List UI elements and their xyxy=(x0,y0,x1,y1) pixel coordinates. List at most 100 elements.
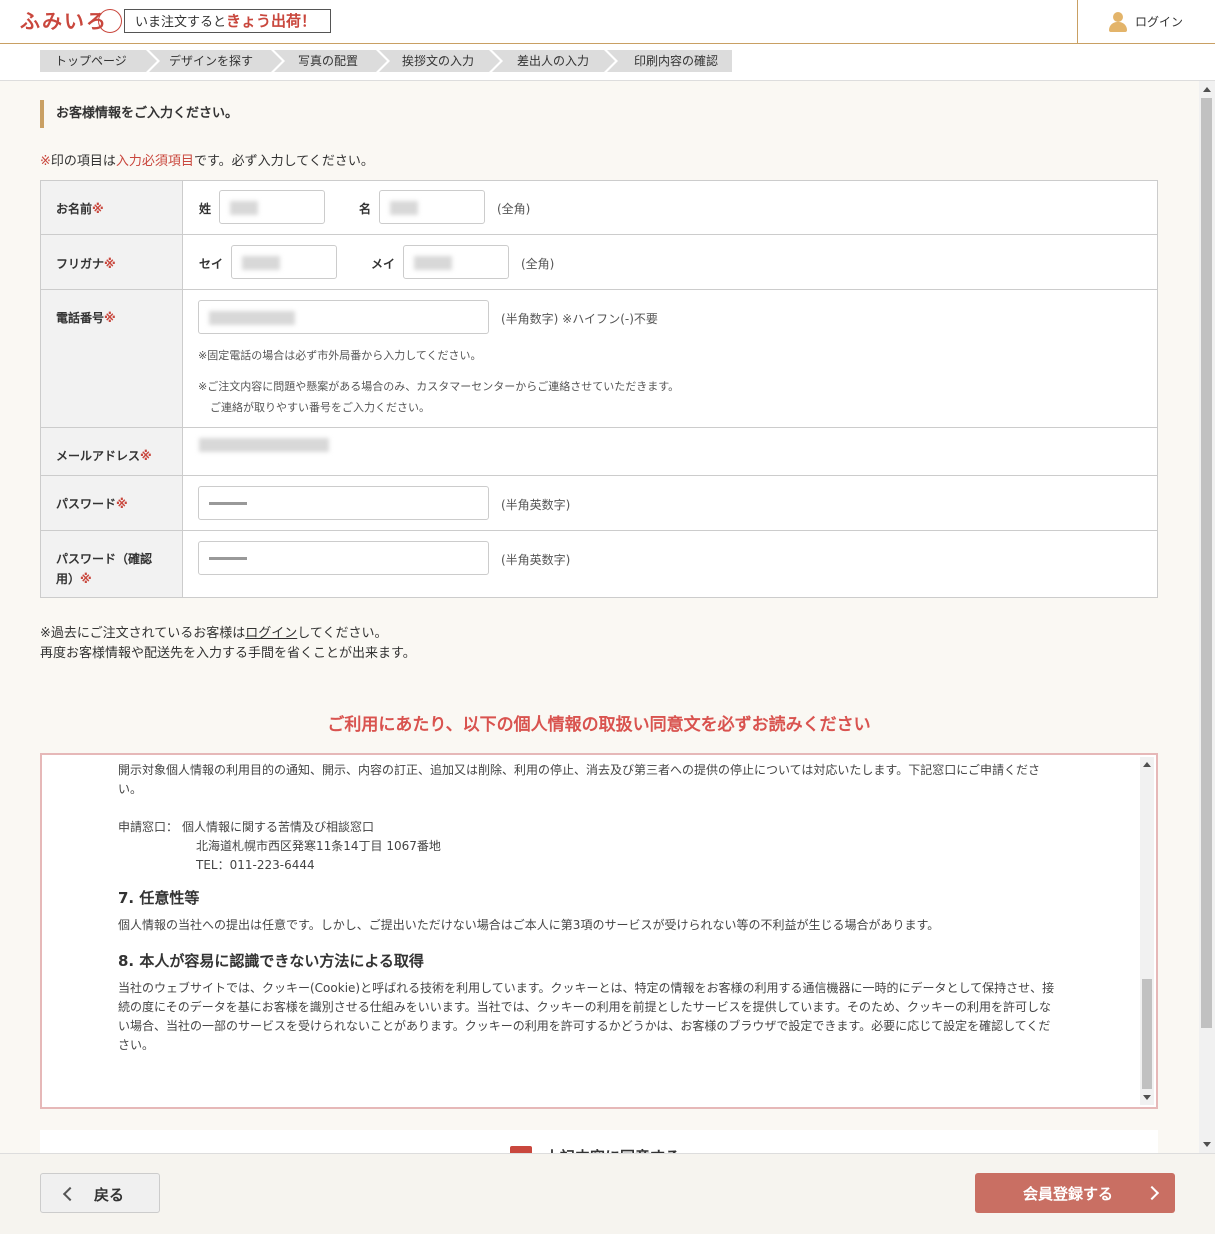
label-text-2: 用） xyxy=(56,572,81,586)
form-row-phone: 電話番号※ (半角数字) ※ハイフン(-)不要 ※固定電話の場合は必ず市外局番か… xyxy=(41,290,1157,428)
scrollbar-thumb[interactable] xyxy=(1142,979,1152,1089)
past-note-line2: 再度お客様情報や配送先を入力する手間を省くことが出来ます。 xyxy=(40,646,416,661)
label-text: メールアドレス xyxy=(56,449,141,463)
label-text: お名前 xyxy=(56,202,93,216)
terms-paragraph-8: 当社のウェブサイトでは、クッキー(Cookie)と呼ばれる技術を利用しています。… xyxy=(118,981,1055,1052)
breadcrumb-label: 印刷内容の確認 xyxy=(634,54,719,68)
agree-area: 上記内容に同意する xyxy=(40,1130,1158,1154)
required-mark: ※ xyxy=(140,449,152,463)
section-title: お客様情報をご入力ください。 xyxy=(40,100,238,128)
form-label: パスワード※ xyxy=(41,476,183,530)
privacy-terms-box[interactable]: 開示対象個人情報の利用目的の通知、開示、内容の訂正、追加又は削除、利用の停止、消… xyxy=(40,753,1158,1109)
required-mark: ※ xyxy=(92,202,104,216)
password-hint: (半角英数字) xyxy=(501,498,571,512)
phone-note-preferred: ご連絡が取りやすい番号をご入力ください。 xyxy=(210,401,430,414)
past-note-login-link[interactable]: ログイン xyxy=(245,626,297,641)
breadcrumb-item-design[interactable]: デザインを探す xyxy=(149,50,285,72)
logo[interactable]: ふみいろ xyxy=(20,6,122,36)
breadcrumb-item-greeting[interactable]: 挨拶文の入力 xyxy=(379,50,503,72)
password-input[interactable] xyxy=(198,486,489,520)
back-button-label: 戻る xyxy=(94,1186,125,1204)
fullwidth-hint: (全角) xyxy=(497,202,531,216)
terms-scrollbar[interactable] xyxy=(1140,757,1154,1105)
scroll-down-arrow-icon[interactable] xyxy=(1143,1095,1151,1100)
form-row-kana: フリガナ※ セイ メイ (全角) xyxy=(41,235,1157,290)
phone-input[interactable] xyxy=(198,300,489,334)
sei-kana-label: セイ xyxy=(199,257,224,271)
consent-title: ご利用にあたり、以下の個人情報の取扱い同意文を必ずお読みください xyxy=(327,715,871,735)
label-text: フリガナ xyxy=(56,257,105,271)
register-button[interactable]: 会員登録する xyxy=(975,1173,1175,1213)
form-label: フリガナ※ xyxy=(41,235,183,289)
required-mark: ※ xyxy=(116,497,128,511)
chevron-left-icon xyxy=(62,1186,78,1202)
label-text: パスワード xyxy=(56,497,117,511)
back-button[interactable]: 戻る xyxy=(40,1173,160,1213)
page-scrollbar[interactable] xyxy=(1199,81,1215,1153)
terms-heading-7: 7. 任意性等 xyxy=(118,889,200,907)
form-row-password: パスワード※ (半角英数字) xyxy=(41,476,1157,531)
terms-contact: 申請窓口： 個人情報に関する苦情及び相談窓口 北海道札幌市西区発寒11条14丁目… xyxy=(118,818,1058,875)
form-row-email: メールアドレス※ xyxy=(41,428,1157,476)
scroll-up-arrow-icon[interactable] xyxy=(1203,87,1211,92)
email-value xyxy=(199,438,329,452)
phone-note-contact: ※ご注文内容に問題や懸案がある場合のみ、カスタマーセンターからご連絡させていただ… xyxy=(198,380,680,393)
breadcrumb-item-confirm[interactable]: 印刷内容の確認 xyxy=(607,50,732,72)
phone-hint: (半角数字) ※ハイフン(-)不要 xyxy=(501,312,658,326)
first-name-input[interactable] xyxy=(379,190,485,224)
breadcrumb-label: デザインを探す xyxy=(169,54,254,68)
required-mark: ※ xyxy=(40,154,51,169)
breadcrumb: トップページ デザインを探す 写真の配置 挨拶文の入力 差出人の入力 印刷内容の… xyxy=(0,44,1215,81)
scroll-up-arrow-icon[interactable] xyxy=(1143,762,1151,767)
login-label: ログイン xyxy=(1135,15,1184,29)
scrollbar-thumb[interactable] xyxy=(1201,98,1212,1028)
mei-label: 名 xyxy=(359,202,372,216)
breadcrumb-label: 差出人の入力 xyxy=(517,54,590,68)
logo-seal-icon xyxy=(98,9,122,33)
terms-tel: TEL：011-223-6444 xyxy=(196,858,315,872)
sei-label: 姓 xyxy=(199,202,212,216)
register-button-label: 会員登録する xyxy=(1023,1185,1114,1203)
breadcrumb-item-photo[interactable]: 写真の配置 xyxy=(274,50,390,72)
form-label: お名前※ xyxy=(41,181,183,234)
password-confirm-hint: (半角英数字) xyxy=(501,553,571,567)
password-confirm-input[interactable] xyxy=(198,541,489,575)
breadcrumb-label: トップページ xyxy=(55,54,127,68)
terms-paragraph: 開示対象個人情報の利用目的の通知、開示、内容の訂正、追加又は削除、利用の停止、消… xyxy=(118,763,1040,796)
scroll-down-arrow-icon[interactable] xyxy=(1203,1142,1211,1147)
last-name-kana-input[interactable] xyxy=(231,245,337,279)
required-mark: ※ xyxy=(104,257,116,271)
label-text: 電話番号 xyxy=(56,311,105,325)
fullwidth-hint: (全角) xyxy=(521,257,555,271)
user-icon xyxy=(1109,12,1127,32)
last-name-input[interactable] xyxy=(219,190,325,224)
header: ふみいろ いま注文するときょう出荷！ ログイン xyxy=(0,0,1215,44)
tagline-highlight: きょう出荷！ xyxy=(226,12,317,30)
terms-heading-8: 8. 本人が容易に認識できない方法による取得 xyxy=(118,952,424,970)
required-mark: ※ xyxy=(104,311,116,325)
terms-address: 北海道札幌市西区発寒11条14丁目 1067番地 xyxy=(196,839,441,853)
breadcrumb-item-sender[interactable]: 差出人の入力 xyxy=(492,50,618,72)
past-note-suffix: してください。 xyxy=(297,626,388,641)
first-name-kana-input[interactable] xyxy=(403,245,509,279)
footer-bar: 戻る 会員登録する xyxy=(0,1153,1215,1234)
tagline-prefix: いま注文すると xyxy=(135,15,227,30)
phone-note-landline: ※固定電話の場合は必ず市外局番から入力してください。 xyxy=(198,349,482,362)
label-text: パスワード（確認 xyxy=(56,552,153,566)
logo-text: ふみいろ xyxy=(20,9,108,33)
shipping-tagline: いま注文するときょう出荷！ xyxy=(124,9,331,33)
required-mark: ※ xyxy=(80,572,92,586)
chevron-right-icon xyxy=(1144,1185,1160,1201)
past-customer-note: ※過去にご注文されているお客様はログインしてください。 再度お客様情報や配送先を… xyxy=(40,624,416,664)
past-note-prefix: ※過去にご注文されているお客様は xyxy=(40,626,246,641)
customer-form: お名前※ 姓 名 (全角) フリガナ※ セイ メイ (全角) 電話番号※ (半角… xyxy=(40,180,1158,598)
login-link[interactable]: ログイン xyxy=(1077,0,1215,43)
terms-window-name: 個人情報に関する苦情及び相談窓口 xyxy=(182,820,375,834)
form-row-name: お名前※ 姓 名 (全角) xyxy=(41,181,1157,235)
required-note-suffix: です。必ず入力してください。 xyxy=(193,154,374,169)
form-label: パスワード（確認 用）※ xyxy=(41,531,183,597)
form-label: メールアドレス※ xyxy=(41,428,183,475)
terms-paragraph-7: 個人情報の当社への提出は任意です。しかし、ご提出いただけない場合はご本人に第3項… xyxy=(118,918,940,932)
breadcrumb-item-top[interactable]: トップページ xyxy=(40,50,160,72)
required-note-prefix: 印の項目は xyxy=(50,154,116,169)
